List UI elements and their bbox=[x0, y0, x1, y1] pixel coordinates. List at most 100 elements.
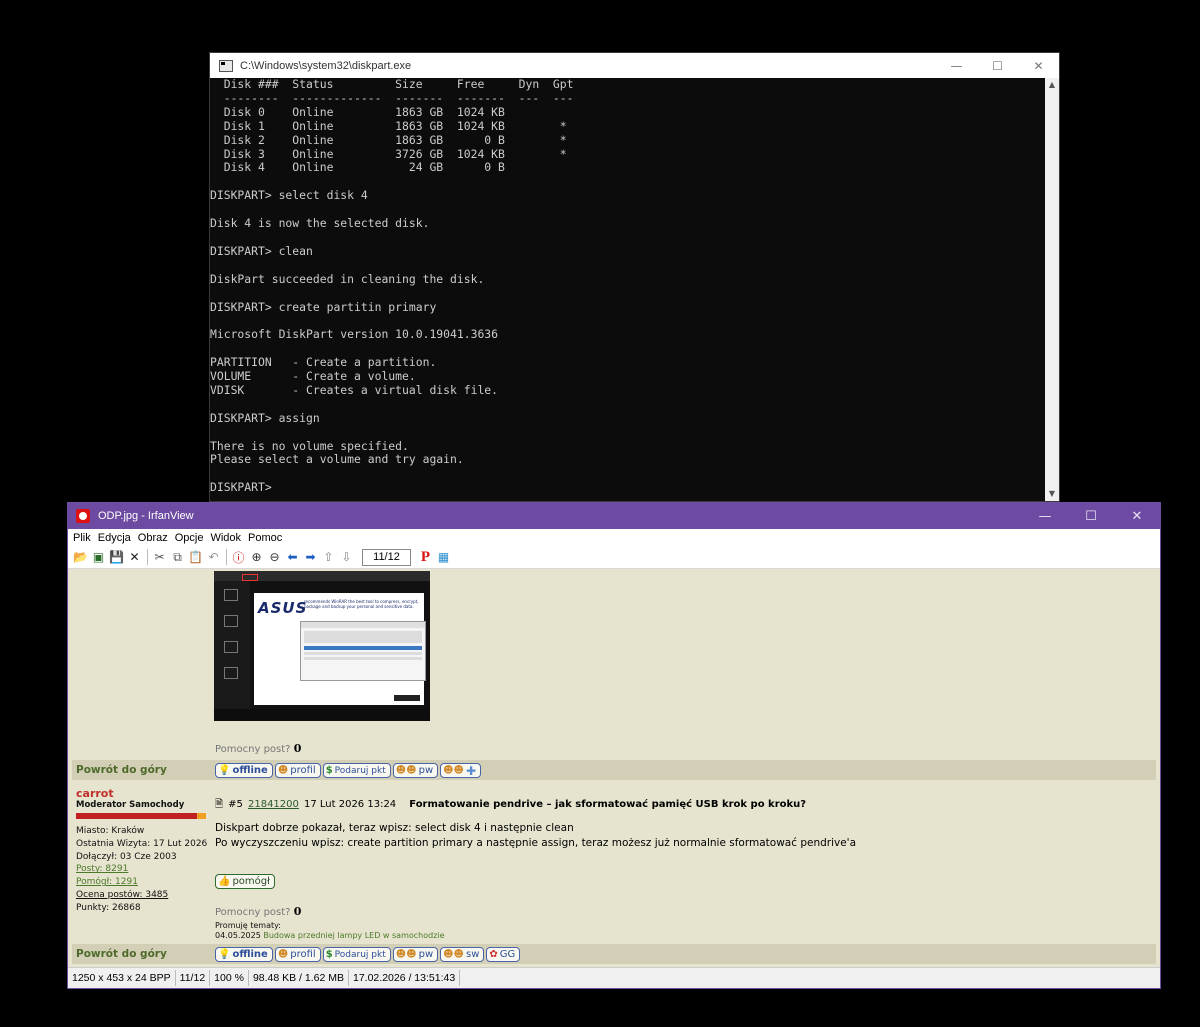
helped-button[interactable]: 👍 pomógł bbox=[215, 874, 275, 889]
irfanview-titlebar[interactable]: ODP.jpg - IrfanView — ☐ ✕ bbox=[68, 503, 1160, 529]
delete-icon[interactable]: ✕ bbox=[126, 549, 143, 566]
post-icon: 🗎 bbox=[215, 799, 224, 810]
menu-bar: Plik Edycja Obraz Opcje Widok Pomoc bbox=[68, 529, 1160, 546]
post-id-link[interactable]: 21841200 bbox=[248, 799, 299, 810]
author-points: Punkty: 26868 bbox=[76, 902, 141, 913]
pm-button[interactable]: ☻☻ pw bbox=[392, 947, 439, 962]
close-button[interactable]: ✕ bbox=[1018, 53, 1059, 78]
post-body-line-1: Diskpart dobrze pokazał, teraz wpisz: se… bbox=[215, 822, 574, 834]
back-to-top-link[interactable]: Powrót do góry bbox=[76, 764, 167, 776]
author-profile: carrot Moderator Samochody Miasto: Krakó… bbox=[72, 783, 211, 940]
minimize-button[interactable]: — bbox=[1022, 503, 1068, 529]
zoom-in-icon[interactable]: ⊕ bbox=[248, 549, 265, 566]
cut-icon[interactable]: ✂ bbox=[151, 549, 168, 566]
irfanview-window-title: ODP.jpg - IrfanView bbox=[98, 510, 194, 522]
helpful-post-prompt: Pomocny post? 0 bbox=[215, 742, 302, 755]
toolbar: 📂 ▣ 💾 ✕ ✂ ⧉ 📋 ↶ ⓘ ⊕ ⊖ ⬅ ➡ ⇧ ⇩ 11/12 P ▦ bbox=[68, 546, 1160, 569]
post-action-buttons: 💡 offline ☻ profil $ Podaruj pkt ☻☻ pw ☻☻ ✚ bbox=[215, 763, 483, 778]
author-name[interactable]: carrot bbox=[76, 787, 211, 800]
back-to-top-link[interactable]: Powrót do góry bbox=[76, 948, 167, 960]
status-dimensions: 1250 x 453 x 24 BPP bbox=[68, 970, 176, 986]
author-last-visit: Ostatnia Wizyta: 17 Lut 2026 bbox=[76, 838, 208, 849]
irfanview-app-icon bbox=[76, 509, 90, 523]
menu-plik[interactable]: Plik bbox=[73, 532, 91, 544]
menu-widok[interactable]: Widok bbox=[210, 532, 241, 544]
minimize-button[interactable]: — bbox=[936, 53, 977, 78]
bulb-icon: 💡 bbox=[218, 765, 231, 776]
plus-icon: ✚ bbox=[465, 763, 477, 778]
thumbs-up-icon: 👍 bbox=[218, 876, 231, 887]
close-button[interactable]: ✕ bbox=[1114, 503, 1160, 529]
offline-button[interactable]: 💡 offline bbox=[215, 763, 273, 778]
scroll-up-arrow-icon[interactable]: ▲ bbox=[1045, 78, 1059, 92]
author-city: Miasto: Kraków bbox=[76, 826, 145, 836]
gg-flower-icon: ✿ bbox=[489, 949, 498, 960]
zoom-out-icon[interactable]: ⊖ bbox=[266, 549, 283, 566]
post-header: 🗎 #5 21841200 17 Lut 2026 13:24 Formatow… bbox=[215, 792, 1152, 814]
undo-icon[interactable]: ↶ bbox=[205, 549, 222, 566]
info-icon[interactable]: ⓘ bbox=[230, 549, 247, 566]
promoted-topics: Promuję tematy: 04.05.2025 Budowa przedn… bbox=[215, 921, 445, 940]
maximize-button[interactable]: ☐ bbox=[977, 53, 1018, 78]
sw-button[interactable]: ☻☻ sw bbox=[440, 947, 485, 962]
maximize-button[interactable]: ☐ bbox=[1068, 503, 1114, 529]
menu-obraz[interactable]: Obraz bbox=[138, 532, 168, 544]
open-folder-icon[interactable]: 📂 bbox=[72, 549, 89, 566]
author-posts-link[interactable]: Posty: 8291 bbox=[76, 863, 211, 876]
users-icon: ☻☻ bbox=[443, 765, 464, 776]
toolbar-divider bbox=[226, 549, 227, 565]
users-icon: ☻☻ bbox=[395, 949, 417, 960]
status-datetime: 17.02.2026 / 13:51:43 bbox=[349, 970, 461, 986]
menu-opcje[interactable]: Opcje bbox=[175, 532, 204, 544]
save-icon[interactable]: 💾 bbox=[108, 549, 125, 566]
slideshow-icon[interactable]: ▣ bbox=[90, 549, 107, 566]
profile-button[interactable]: ☻ profil bbox=[274, 947, 321, 962]
post-date: 17 Lut 2026 13:24 bbox=[303, 799, 397, 810]
menu-pomoc[interactable]: Pomoc bbox=[248, 532, 282, 544]
user-icon: ☻ bbox=[277, 949, 289, 960]
pm-button[interactable]: ☻☻ pw bbox=[392, 763, 439, 778]
helpful-count: 0 bbox=[293, 742, 302, 755]
users-icon: ☻☻ bbox=[395, 765, 417, 776]
author-helped-link[interactable]: Pomógł: 1291 bbox=[76, 876, 211, 889]
irfanview-window: ODP.jpg - IrfanView — ☐ ✕ Plik Edycja Ob… bbox=[67, 502, 1161, 989]
promoted-topic-link[interactable]: Budowa przedniej lampy LED w samochodzie bbox=[263, 931, 444, 940]
diskpart-window-title: C:\Windows\system32\diskpart.exe bbox=[240, 59, 412, 72]
diskpart-window: C:\Windows\system32\diskpart.exe — ☐ ✕ D… bbox=[209, 52, 1060, 502]
author-role: Moderator Samochody bbox=[76, 800, 185, 810]
paint-icon[interactable]: P bbox=[417, 549, 434, 566]
console-output[interactable]: Disk ### Status Size Free Dyn Gpt ------… bbox=[210, 78, 1045, 501]
dollar-icon: $ bbox=[325, 765, 333, 776]
gg-button[interactable]: ✿ GG bbox=[486, 947, 521, 962]
page-indicator[interactable]: 11/12 bbox=[362, 548, 411, 566]
users-icon: ☻☻ bbox=[443, 949, 464, 960]
offline-button[interactable]: 💡 offline bbox=[215, 947, 273, 962]
capture-icon[interactable]: ▦ bbox=[435, 549, 452, 566]
give-points-button[interactable]: $ Podaruj pkt bbox=[322, 763, 391, 778]
menu-edycja[interactable]: Edycja bbox=[98, 532, 131, 544]
previous-icon[interactable]: ⬅ bbox=[284, 549, 301, 566]
image-view[interactable]: ASUS recommends WinRAR the best tool to … bbox=[68, 569, 1160, 969]
next-icon[interactable]: ➡ bbox=[302, 549, 319, 566]
author-ratings-link[interactable]: Ocena postów: 3485 bbox=[76, 889, 211, 902]
author-joined: Dołączył: 03 Cze 2003 bbox=[76, 851, 177, 862]
nav-row-2: Powrót do góry 💡 offline ☻ profil $ Podaruj… bbox=[72, 944, 1156, 964]
toolbar-divider bbox=[147, 549, 148, 565]
scroll-down-arrow-icon[interactable]: ▼ bbox=[1045, 487, 1059, 501]
user-icon: ☻ bbox=[277, 765, 289, 776]
give-points-button[interactable]: $ Podaruj pkt bbox=[322, 947, 391, 962]
copy-icon[interactable]: ⧉ bbox=[169, 549, 186, 566]
console-scrollbar[interactable]: ▲ ▼ bbox=[1045, 78, 1059, 501]
diskpart-titlebar[interactable]: C:\Windows\system32\diskpart.exe — ☐ ✕ bbox=[210, 53, 1059, 78]
console-text: Disk ### Status Size Free Dyn Gpt ------… bbox=[210, 78, 574, 495]
first-file-icon[interactable]: ⇧ bbox=[320, 549, 337, 566]
last-file-icon[interactable]: ⇩ bbox=[338, 549, 355, 566]
add-friend-button[interactable]: ☻☻ ✚ bbox=[440, 763, 482, 778]
post-action-buttons-2: 💡 offline ☻ profil $ Podaruj pkt ☻☻ pw ☻☻ sw … bbox=[215, 947, 522, 962]
console-app-icon bbox=[219, 59, 233, 72]
dollar-icon: $ bbox=[325, 949, 333, 960]
profile-button[interactable]: ☻ profil bbox=[274, 763, 321, 778]
status-zoom: 100 % bbox=[210, 970, 249, 986]
paste-icon[interactable]: 📋 bbox=[187, 549, 204, 566]
thumbnail-headline: recommends WinRAR the best tool to compr… bbox=[304, 599, 419, 609]
